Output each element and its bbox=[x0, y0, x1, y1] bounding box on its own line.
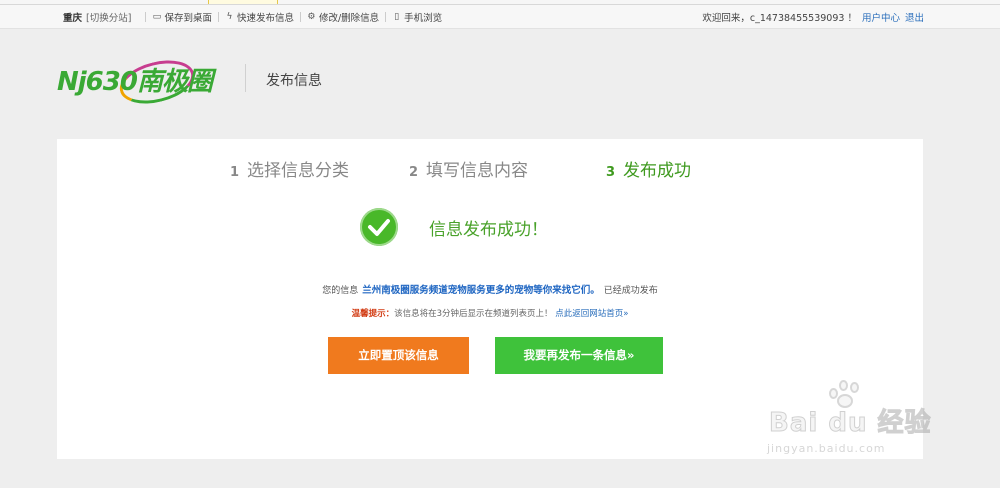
phone-icon: ▯ bbox=[394, 11, 400, 22]
step-number: 3 bbox=[606, 165, 616, 180]
step-label: 填写信息内容 bbox=[426, 161, 529, 181]
checkmark-circle-icon bbox=[360, 208, 398, 246]
divider bbox=[385, 12, 387, 22]
tip-text: 该信息将在3分钟后显示在频道列表页上！ bbox=[394, 309, 553, 319]
step-label: 发布成功 bbox=[623, 161, 692, 181]
edit-delete-label: 修改/删除信息 bbox=[318, 13, 380, 24]
divider bbox=[299, 12, 301, 22]
info-line: 您的信息 兰州南极圈服务频道宠物服务更多的宠物等你来找它们。 已经成功发布 bbox=[57, 282, 923, 296]
step-3: 3 发布成功 bbox=[606, 156, 691, 181]
top-bar-right: 欢迎回来，c_14738455539093 ！ 用户中心 退出 bbox=[702, 5, 924, 29]
gear-icon: ⚙ bbox=[307, 11, 316, 22]
divider bbox=[145, 12, 147, 22]
switch-city-link[interactable]: [切换分站] bbox=[86, 10, 131, 24]
step-label: 选择信息分类 bbox=[247, 161, 350, 181]
post-again-button[interactable]: 我要再发布一条信息» bbox=[495, 337, 663, 374]
logout-link[interactable]: 退出 bbox=[905, 10, 924, 24]
step-number: 1 bbox=[230, 165, 240, 180]
edit-delete-link[interactable]: ⚙ 修改/删除信息 bbox=[307, 10, 379, 24]
info-prefix: 您的信息 bbox=[322, 286, 359, 296]
top-bar: 重庆 [切换分站] ▭ 保存到桌面 ϟ 快速发布信息 ⚙ 修改/删除信息 ▯ 手… bbox=[0, 5, 1000, 29]
back-home-link[interactable]: 点此返回网站首页» bbox=[555, 309, 628, 319]
quick-post-label: 快速发布信息 bbox=[236, 13, 294, 24]
logo-text: Nj630南极圈 bbox=[57, 67, 213, 97]
user-center-link[interactable]: 用户中心 bbox=[862, 10, 900, 24]
welcome-text: 欢迎回来，c_14738455539093 ！ bbox=[702, 13, 857, 24]
step-2: 2 填写信息内容 bbox=[409, 156, 528, 181]
divider bbox=[217, 12, 219, 22]
current-city: 重庆 bbox=[63, 13, 83, 24]
info-title-link[interactable]: 兰州南极圈服务频道宠物服务更多的宠物等你来找它们。 bbox=[362, 285, 600, 296]
top-bar-left: 重庆 [切换分站] ▭ 保存到桌面 ϟ 快速发布信息 ⚙ 修改/删除信息 ▯ 手… bbox=[63, 5, 442, 29]
page-title: 发布信息 bbox=[266, 73, 322, 89]
save-to-desktop-link[interactable]: ▭ 保存到桌面 bbox=[152, 10, 212, 24]
save-to-desktop-label: 保存到桌面 bbox=[164, 13, 212, 24]
success-message: 信息发布成功！ bbox=[429, 220, 548, 240]
step-number: 2 bbox=[409, 165, 419, 180]
pin-top-button[interactable]: 立即置顶该信息 bbox=[328, 337, 469, 374]
step-progress: 1 选择信息分类 2 填写信息内容 3 发布成功 bbox=[57, 156, 923, 181]
step-1: 1 选择信息分类 bbox=[230, 156, 349, 181]
quick-post-link[interactable]: ϟ 快速发布信息 bbox=[225, 10, 294, 24]
tip-label: 温馨提示： bbox=[351, 309, 395, 319]
mobile-browse-label: 手机浏览 bbox=[404, 13, 443, 24]
monitor-icon: ▭ bbox=[152, 11, 162, 22]
watermark-sub-text: jingyan.baidu.com bbox=[767, 442, 886, 455]
mobile-browse-link[interactable]: ▯ 手机浏览 bbox=[392, 10, 442, 24]
info-suffix: 已经成功发布 bbox=[603, 286, 658, 296]
lightning-icon: ϟ bbox=[226, 11, 233, 22]
watermark-main-text: Bai du 经验 bbox=[769, 408, 932, 439]
site-logo[interactable]: Nj630南极圈 bbox=[57, 53, 227, 111]
baidu-watermark: Bai du 经验 jingyan.baidu.com bbox=[765, 380, 955, 470]
header-divider bbox=[245, 64, 246, 92]
tip-line: 温馨提示：该信息将在3分钟后显示在频道列表页上！ 点此返回网站首页» bbox=[57, 307, 923, 319]
